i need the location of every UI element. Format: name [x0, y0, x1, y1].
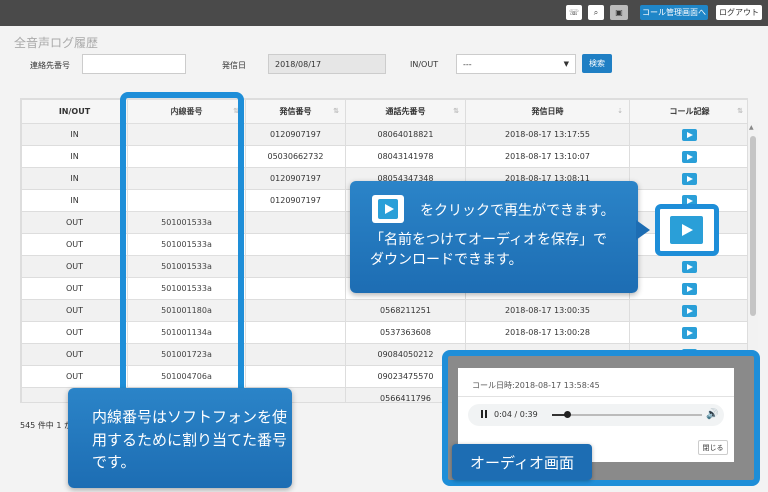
play-icon[interactable] [682, 260, 697, 273]
play-button-highlight [655, 204, 719, 256]
play-icon[interactable] [682, 282, 697, 295]
extension-callout: 内線番号はソフトフォンを使用するために割り当てた番号です。 [68, 388, 292, 488]
player-time: 0:04 / 0:39 [494, 410, 538, 419]
progress-track[interactable] [552, 411, 702, 418]
col-header-callee[interactable]: 通話先番号 ⇅ [345, 99, 466, 124]
audio-player[interactable]: 0:04 / 0:39 🔊 [468, 404, 724, 426]
user-card-icon[interactable]: ▣ [610, 5, 628, 20]
play-icon[interactable] [682, 150, 697, 163]
search-button[interactable]: 検索 [582, 54, 612, 73]
play-icon[interactable] [682, 326, 697, 339]
play-instruction-callout: をクリックで再生ができます。 「名前をつけてオーディオを保存」で ダウンロードで… [350, 181, 638, 293]
sort-icon[interactable]: ⇅ [453, 107, 459, 115]
modal-divider [458, 396, 734, 397]
play-icon[interactable] [670, 216, 703, 244]
callout-line-1: をクリックで再生ができます。 [420, 203, 615, 219]
sort-icon[interactable]: ⇅ [737, 107, 743, 115]
logout-button[interactable]: ログアウト [716, 5, 762, 20]
scroll-up-icon[interactable]: ▲ [749, 124, 754, 131]
sort-desc-icon[interactable]: ⇣ [617, 107, 623, 115]
direction-value: --- [463, 59, 472, 69]
close-button[interactable]: 閉じる [698, 440, 728, 455]
page-title: 全音声ログ履歴 [14, 36, 99, 50]
top-bar: ☏ ⌕ ▣ コール管理画面へ ログアウト [0, 0, 768, 26]
play-icon [372, 195, 404, 223]
play-icon[interactable] [682, 128, 697, 141]
audio-screen-label: オーディオ画面 [452, 444, 592, 480]
contact-input[interactable] [82, 54, 186, 74]
play-icon[interactable] [682, 304, 697, 317]
col-header-datetime[interactable]: 発信日時 ⇣ [465, 99, 630, 124]
modal-title: コール日時:2018-08-17 13:58:45 [472, 381, 600, 390]
date-field[interactable]: 2018/08/17 [268, 54, 386, 74]
date-label: 発信日 [222, 61, 246, 70]
play-icon[interactable] [682, 172, 697, 185]
direction-label: IN/OUT [410, 60, 439, 69]
col-header-inout[interactable]: IN/OUT [21, 99, 128, 124]
extension-callout-text: 内線番号はソフトフォンを使用するために割り当てた番号です。 [92, 408, 288, 471]
pause-icon[interactable] [480, 410, 488, 420]
callout-line-2: 「名前をつけてオーディオを保存」で [370, 232, 608, 248]
volume-icon[interactable]: 🔊 [706, 409, 718, 420]
direction-select[interactable]: --- ▼ [456, 54, 576, 74]
call-admin-button[interactable]: コール管理画面へ [640, 5, 708, 20]
result-count: 545 件中 1 か [20, 421, 72, 430]
contact-label: 連絡先番号 [30, 61, 70, 70]
search-icon[interactable]: ⌕ [588, 5, 604, 20]
callout-pointer [636, 220, 650, 240]
sort-icon[interactable]: ⇅ [333, 107, 339, 115]
col-header-recording[interactable]: コール記録 ⇅ [629, 99, 747, 124]
col-header-caller[interactable]: 発信番号 ⇅ [245, 99, 346, 124]
scroll-thumb[interactable] [750, 136, 756, 316]
extension-column-highlight [120, 92, 244, 396]
progress-knob[interactable] [564, 411, 571, 418]
caret-down-icon: ▼ [563, 60, 569, 68]
phone-icon[interactable]: ☏ [566, 5, 582, 20]
callout-line-3: ダウンロードできます。 [370, 252, 523, 268]
